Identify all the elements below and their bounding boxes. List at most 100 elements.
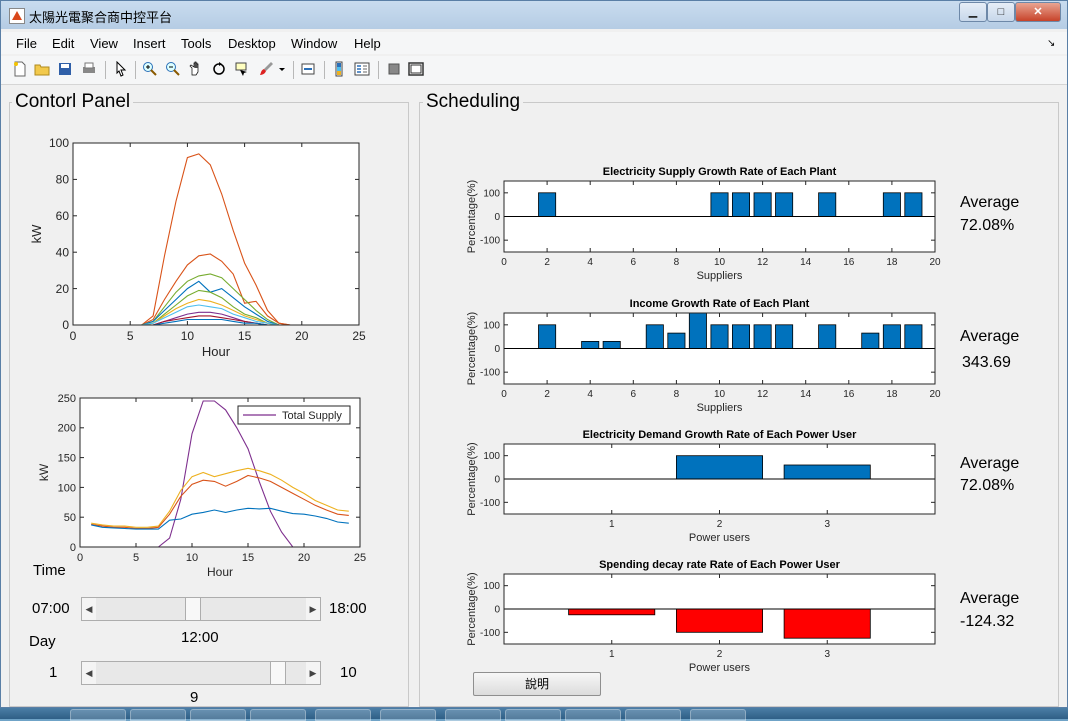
bar (710, 192, 729, 217)
average-value: 72.08% (960, 477, 1015, 494)
bar (783, 464, 871, 480)
legend-entry: Total Supply (282, 410, 342, 422)
x-tick-label: 3 (824, 649, 830, 660)
taskbar-app-icon[interactable] (565, 709, 621, 721)
taskbar-app-icon[interactable] (380, 709, 436, 721)
x-axis-label: Hour (202, 344, 231, 359)
y-tick-label: -100 (480, 628, 500, 639)
taskbar-app-icon[interactable] (190, 709, 246, 721)
x-tick-label: 1 (609, 649, 615, 660)
x-tick-label: 10 (186, 552, 198, 564)
y-tick-label: 0 (494, 475, 500, 486)
y-tick-label: 20 (56, 282, 70, 296)
x-tick-label: 10 (714, 257, 726, 268)
x-tick-label: 2 (544, 389, 550, 400)
x-tick-label: 1 (609, 519, 615, 530)
time-slider-thumb[interactable] (185, 598, 202, 620)
x-tick-label: 0 (501, 257, 507, 268)
y-tick-label: 80 (56, 173, 70, 187)
x-axis-label: Power users (689, 662, 751, 674)
x-tick-label: 3 (824, 519, 830, 530)
average-label: Average (960, 194, 1020, 211)
average-label: Average (960, 590, 1020, 607)
bar (861, 332, 880, 349)
taskbar-app-icon[interactable] (130, 709, 186, 721)
y-tick-label: -100 (480, 236, 500, 247)
y-tick-label: 100 (483, 451, 500, 462)
x-tick-label: 18 (886, 389, 898, 400)
help-button[interactable]: 說明 (473, 672, 601, 696)
y-tick-label: 0 (62, 318, 69, 332)
taskbar-app-icon[interactable] (445, 709, 501, 721)
x-axis-label: Suppliers (697, 402, 743, 414)
chart-title: Electricity Demand Growth Rate of Each P… (583, 429, 858, 441)
y-tick-label: 0 (494, 605, 500, 616)
y-axis-label: kW (37, 463, 51, 481)
x-tick-label: 8 (674, 257, 680, 268)
day-min-label: 1 (49, 664, 58, 681)
day-slider-left-arrow[interactable]: ◀ (82, 662, 96, 684)
x-tick-label: 10 (181, 329, 195, 343)
y-tick-label: 100 (483, 320, 500, 331)
y-tick-label: 150 (58, 452, 76, 464)
x-axis-label: Hour (207, 565, 233, 579)
x-tick-label: 4 (587, 389, 593, 400)
chart-title: Electricity Supply Growth Rate of Each P… (603, 166, 837, 178)
bar (710, 324, 729, 349)
average-value: -124.32 (960, 613, 1015, 630)
time-slider-left-arrow[interactable]: ◀ (82, 598, 96, 620)
x-tick-label: 2 (544, 257, 550, 268)
x-tick-label: 2 (717, 519, 723, 530)
y-tick-label: -100 (480, 498, 500, 509)
x-tick-label: 15 (238, 329, 252, 343)
y-axis-label: Percentage(%) (466, 180, 478, 253)
bar (538, 192, 557, 217)
x-tick-label: 0 (70, 329, 77, 343)
bar (818, 192, 837, 217)
y-tick-label: 100 (49, 136, 69, 150)
bar (538, 324, 557, 349)
day-max-label: 10 (340, 664, 357, 681)
x-tick-label: 16 (843, 257, 855, 268)
day-slider[interactable]: ◀ ▶ (81, 661, 321, 685)
taskbar-app-icon[interactable] (625, 709, 681, 721)
x-tick-label: 12 (757, 389, 769, 400)
taskbar (0, 708, 1068, 721)
taskbar-app-icon[interactable] (70, 709, 126, 721)
y-axis-label: Percentage(%) (466, 312, 478, 385)
y-tick-label: 100 (483, 188, 500, 199)
bar (882, 192, 901, 217)
bar (676, 608, 764, 633)
taskbar-app-icon[interactable] (690, 709, 746, 721)
bar (732, 324, 751, 349)
average-label: Average (960, 328, 1020, 345)
x-tick-label: 4 (587, 257, 593, 268)
plot-area (73, 143, 359, 325)
x-tick-label: 0 (77, 552, 83, 564)
bar (645, 324, 664, 349)
chart-title: Spending decay rate Rate of Each Power U… (599, 559, 841, 571)
day-label: Day (29, 633, 56, 650)
y-axis-label: Percentage(%) (466, 442, 478, 515)
day-slider-right-arrow[interactable]: ▶ (306, 662, 320, 684)
y-tick-label: 0 (494, 212, 500, 223)
time-slider-right-arrow[interactable]: ▶ (306, 598, 320, 620)
average-value: 343.69 (962, 354, 1011, 371)
time-slider[interactable]: ◀ ▶ (81, 597, 321, 621)
bar (602, 340, 621, 349)
bar (568, 608, 656, 616)
x-tick-label: 16 (843, 389, 855, 400)
y-tick-label: 0 (494, 344, 500, 355)
time-max-label: 18:00 (329, 600, 367, 617)
app-window: 太陽光電聚合商中控平台 ▁ □ ✕ File Edit View Insert … (0, 0, 1068, 708)
y-tick-label: 100 (58, 482, 76, 494)
y-tick-label: 200 (58, 423, 76, 435)
y-tick-label: -100 (480, 368, 500, 379)
average-label: Average (960, 455, 1020, 472)
x-tick-label: 6 (631, 389, 637, 400)
taskbar-app-icon[interactable] (250, 709, 306, 721)
taskbar-app-icon[interactable] (315, 709, 371, 721)
bar (732, 192, 751, 217)
day-slider-thumb[interactable] (270, 662, 287, 684)
taskbar-app-icon[interactable] (505, 709, 561, 721)
